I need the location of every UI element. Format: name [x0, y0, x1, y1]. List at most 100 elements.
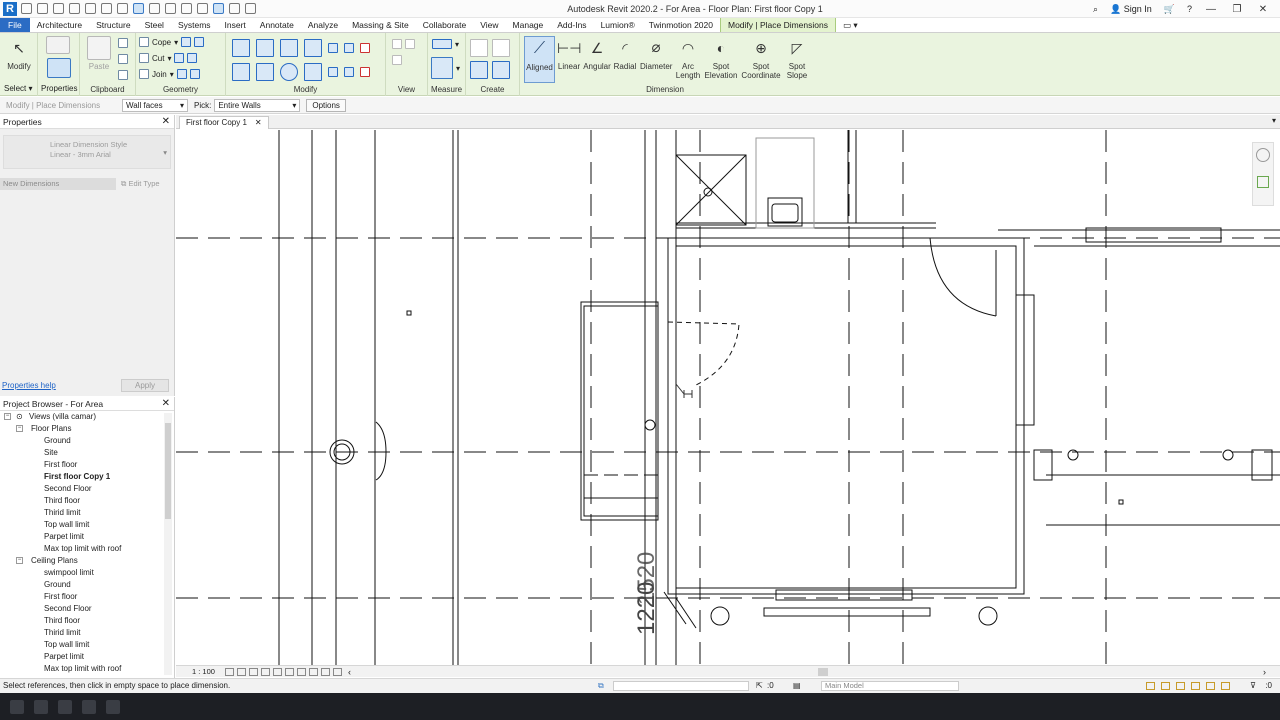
sun-path-icon[interactable] [248, 667, 258, 676]
apply-button[interactable]: Apply [121, 379, 169, 392]
select-dropdown[interactable]: Select ▾ [4, 84, 32, 93]
linear-button[interactable]: ⊢⊣ Linear [554, 36, 584, 71]
minimize-button[interactable]: — [1204, 4, 1218, 15]
tab-systems[interactable]: Systems [171, 18, 218, 32]
taskbar-app-icon[interactable] [58, 700, 72, 714]
type-selector[interactable]: Linear Dimension Style Linear - 3mm Aria… [3, 135, 171, 169]
tab-architecture[interactable]: Architecture [30, 18, 89, 32]
tab-collaborate[interactable]: Collaborate [416, 18, 473, 32]
view-tab-first-floor-copy-1[interactable]: First floor Copy 1 ✕ [179, 116, 269, 129]
radial-button[interactable]: ◜ Radial [610, 36, 640, 71]
active-workset-dropdown[interactable] [613, 681, 749, 691]
tab-annotate[interactable]: Annotate [253, 18, 301, 32]
aligned-dimension-qat-icon[interactable] [133, 3, 144, 14]
save-icon[interactable] [37, 3, 48, 14]
tree-item[interactable]: First floor [0, 591, 163, 603]
tree-item-selected[interactable]: First floor Copy 1 [0, 471, 163, 483]
properties-help-link[interactable]: Properties help [2, 381, 56, 390]
collapse-toggle-icon[interactable]: − [4, 413, 11, 420]
tree-item[interactable]: Top wall limit [0, 639, 163, 651]
redo-icon[interactable] [85, 3, 96, 14]
temporary-hide-icon[interactable] [296, 667, 306, 676]
collapse-toggle-icon[interactable]: − [16, 425, 23, 432]
sync-icon[interactable] [53, 3, 64, 14]
close-icon[interactable]: ✕ [255, 117, 262, 129]
drawing-canvas[interactable]: 1220 1520 [176, 130, 1280, 665]
zoom-icon[interactable] [1257, 176, 1269, 188]
tab-massing-site[interactable]: Massing & Site [345, 18, 416, 32]
measure-icon[interactable] [117, 3, 128, 14]
create-group-icon[interactable] [492, 39, 510, 57]
cart-icon[interactable]: 🛒 [1164, 4, 1175, 15]
view-scale[interactable]: 1 : 100 [176, 667, 225, 676]
aligned-dimension-small-button[interactable]: ▾ [431, 57, 460, 79]
text-icon[interactable] [165, 3, 176, 14]
tree-item[interactable]: Second Floor [0, 603, 163, 615]
edit-type-button[interactable]: ⧉ Edit Type [121, 178, 160, 190]
angular-button[interactable]: ∠ Angular [582, 36, 612, 71]
copy-element-icon[interactable] [256, 63, 274, 81]
move-icon[interactable] [232, 63, 250, 81]
scroll-right-icon[interactable]: › [1263, 667, 1266, 677]
match-type-button[interactable] [118, 70, 128, 80]
scale-icon[interactable] [344, 67, 354, 77]
tab-file[interactable]: File [0, 18, 30, 32]
3d-view-icon[interactable] [181, 3, 192, 14]
horizontal-scroll-thumb[interactable] [818, 668, 828, 676]
dimension-text-b[interactable]: 1520 [633, 552, 660, 605]
tree-item[interactable]: Site [0, 447, 163, 459]
split-icon[interactable] [328, 43, 338, 53]
taskbar-app-icon[interactable] [34, 700, 48, 714]
tab-manage[interactable]: Manage [506, 18, 551, 32]
start-icon[interactable] [10, 700, 24, 714]
tree-node-ceiling-plans[interactable]: − Ceiling Plans [0, 555, 163, 567]
tree-item[interactable]: Third floor [0, 615, 163, 627]
aligned-button[interactable]: ⟋ Aligned [524, 36, 555, 83]
arc-length-button[interactable]: ◠ Arc Length [673, 36, 703, 80]
tab-analyze[interactable]: Analyze [301, 18, 345, 32]
tag-icon[interactable] [149, 3, 160, 14]
pick-dropdown[interactable]: Entire Walls ▾ [214, 98, 301, 112]
tab-view[interactable]: View [473, 18, 505, 32]
design-options-icon[interactable]: ▤ [793, 679, 801, 693]
scroll-left-icon[interactable]: ‹ [348, 667, 351, 677]
close-icon[interactable]: ✕ [162, 397, 170, 411]
measure-between-button[interactable]: ▾ [432, 39, 459, 49]
cope-button[interactable]: Cope ▾ [139, 37, 205, 47]
close-hidden-icon[interactable] [229, 3, 240, 14]
hide-icon[interactable] [392, 39, 402, 49]
switch-windows-icon[interactable] [245, 3, 256, 14]
tab-lumion[interactable]: Lumion® [594, 18, 642, 32]
copy-clip-button[interactable] [118, 54, 128, 64]
array-icon[interactable] [328, 67, 338, 77]
editable-only-icon[interactable]: ⇱ [756, 679, 763, 693]
tree-item[interactable]: Top wall limit [0, 519, 163, 531]
ribbon-toggle-icon[interactable]: ▭ ▾ [836, 18, 865, 32]
scrollbar-thumb[interactable] [165, 423, 171, 519]
tree-item[interactable]: Ground [0, 579, 163, 591]
tree-item[interactable]: swimpool limit [0, 567, 163, 579]
tree-item[interactable]: Parpet limit [0, 651, 163, 663]
tree-item[interactable]: First floor [0, 459, 163, 471]
tree-item[interactable]: Max top limit with roof [0, 663, 163, 675]
sign-in-link[interactable]: 👤 Sign In [1110, 4, 1152, 15]
tree-item[interactable]: Thirid limit [0, 627, 163, 639]
search-icon[interactable]: ⌕ [1093, 4, 1098, 15]
rotate-icon[interactable] [280, 63, 298, 81]
thin-lines-icon[interactable] [213, 3, 224, 14]
tab-structure[interactable]: Structure [89, 18, 138, 32]
modify-button[interactable]: ↖ Modify [4, 36, 34, 71]
offset-icon[interactable] [256, 39, 274, 57]
delete-icon[interactable] [360, 43, 370, 53]
create-assembly-icon[interactable] [492, 61, 510, 79]
unpin-icon[interactable] [360, 67, 370, 77]
select-underlay-icon[interactable] [1161, 682, 1170, 690]
drag-elements-icon[interactable] [1206, 682, 1215, 690]
maximize-button[interactable]: ❐ [1230, 4, 1244, 15]
undo-icon[interactable] [69, 3, 80, 14]
properties-button[interactable] [44, 58, 74, 80]
linework-icon[interactable] [392, 55, 402, 65]
crop-view-icon[interactable] [272, 667, 282, 676]
diameter-button[interactable]: ⌀ Diameter [640, 36, 672, 71]
tab-steel[interactable]: Steel [138, 18, 171, 32]
